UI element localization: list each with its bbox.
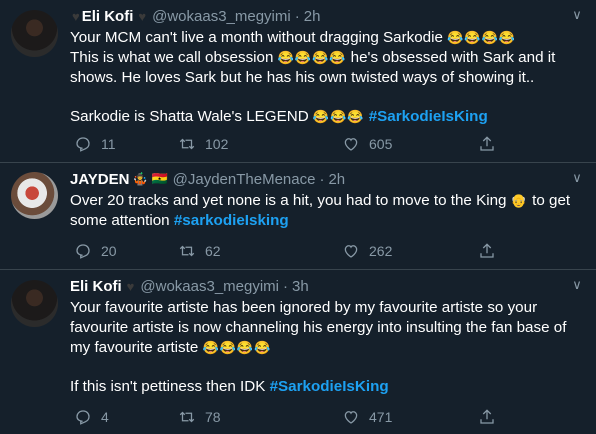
laughing-emoji: 😂😂😂: [312, 109, 365, 124]
black-heart-icon: ♥: [138, 8, 147, 24]
display-name[interactable]: JAYDEN: [70, 171, 129, 188]
retweet-count: 102: [205, 136, 229, 152]
like-count: 471: [369, 409, 393, 425]
reply-button[interactable]: 4: [74, 407, 109, 427]
old-man-emoji: 👴: [510, 193, 528, 208]
tweet-text: Over 20 tracks and yet none is a hit, yo…: [70, 191, 582, 231]
tweet-time[interactable]: 3h: [292, 278, 309, 295]
tweet-line: he's obsessed with Sark and it: [350, 49, 556, 66]
like-icon: [344, 138, 358, 151]
separator-dot: ·: [294, 7, 300, 25]
tweet-actions: 11 102 605: [70, 134, 510, 154]
share-icon: [480, 409, 494, 424]
tweet-line: Your MCM can't live a month without drag…: [70, 29, 443, 46]
share-button[interactable]: [478, 407, 505, 427]
like-button[interactable]: 605: [342, 134, 392, 154]
tweet-line: some attention: [70, 212, 170, 229]
black-heart-icon: ♥: [72, 8, 80, 24]
like-button[interactable]: 471: [342, 407, 392, 427]
retweet-button[interactable]: 62: [178, 241, 221, 261]
tweet-line: favourite artiste is now channeling his …: [70, 319, 567, 336]
retweet-icon: [179, 245, 195, 257]
tweet-text: Your MCM can't live a month without drag…: [70, 28, 582, 127]
reply-icon: [76, 244, 90, 259]
tweet-time[interactable]: 2h: [328, 171, 345, 188]
tweet-line: Over 20 tracks and yet none is a hit, yo…: [70, 192, 507, 209]
tweet-line: to get: [532, 192, 571, 209]
tweet[interactable]: ∨ Eli Kofi ♥ @wokaas3_megyimi · 3h Your …: [0, 270, 596, 434]
hashtag-link[interactable]: #SarkodieIsKing: [270, 378, 389, 395]
reply-count: 20: [101, 243, 117, 259]
black-heart-icon: ♥: [126, 278, 135, 294]
tweet[interactable]: ∨ JAYDEN 🤹 🇬🇭 @JaydenTheMenace · 2h Over…: [0, 163, 596, 270]
reply-icon: [76, 410, 90, 425]
tweet-actions: 4 78 471: [70, 407, 510, 427]
ghana-flag-icon: 🇬🇭: [151, 171, 168, 186]
reply-button[interactable]: 11: [74, 134, 116, 154]
reply-count: 11: [101, 136, 116, 152]
reply-icon: [76, 137, 90, 152]
separator-dot: ·: [283, 277, 289, 295]
display-name[interactable]: Eli Kofi: [82, 8, 134, 25]
tweet[interactable]: ∨ ♥ Eli Kofi ♥ @wokaas3_megyimi · 2h You…: [0, 0, 596, 163]
share-icon: [480, 243, 494, 258]
reply-button[interactable]: 20: [74, 241, 117, 261]
like-button[interactable]: 262: [342, 241, 392, 261]
reply-count: 4: [101, 409, 109, 425]
laughing-emoji: 😂😂😂😂: [277, 50, 347, 65]
tweet-line: shows. He loves Sark but he has his own …: [70, 69, 535, 86]
tweet-time[interactable]: 2h: [304, 8, 321, 25]
display-name[interactable]: Eli Kofi: [70, 278, 122, 295]
juggler-icon: 🤹: [132, 172, 148, 186]
tweet-line: Sarkodie is Shatta Wale's LEGEND: [70, 108, 309, 125]
avatar[interactable]: [11, 10, 58, 57]
laughing-emoji: 😂😂😂😂: [202, 340, 272, 355]
tweet-line: This is what we call obsession: [70, 49, 274, 66]
hashtag-link[interactable]: #sarkodieIsking: [174, 212, 289, 229]
share-icon: [480, 136, 494, 151]
user-handle[interactable]: @wokaas3_megyimi: [152, 8, 291, 25]
tweet-line: my favourite artiste: [70, 339, 199, 356]
retweet-icon: [179, 411, 195, 423]
tweet-text: Your favourite artiste has been ignored …: [70, 298, 582, 397]
avatar[interactable]: [11, 280, 58, 327]
like-count: 605: [369, 136, 393, 152]
user-handle[interactable]: @JaydenTheMenace: [173, 171, 316, 188]
retweet-button[interactable]: 102: [178, 134, 228, 154]
like-icon: [344, 411, 358, 424]
retweet-icon: [179, 138, 195, 150]
tweet-actions: 20 62 262: [70, 241, 510, 261]
retweet-count: 78: [205, 409, 221, 425]
like-count: 262: [369, 243, 393, 259]
share-button[interactable]: [478, 241, 505, 261]
like-icon: [344, 245, 358, 258]
avatar[interactable]: [11, 172, 58, 219]
timeline: ∨ ♥ Eli Kofi ♥ @wokaas3_megyimi · 2h You…: [0, 0, 596, 434]
retweet-count: 62: [205, 243, 221, 259]
hashtag-link[interactable]: #SarkodieIsKing: [369, 108, 488, 125]
laughing-emoji: 😂😂😂😂: [447, 30, 516, 45]
tweet-line: If this isn't pettiness then IDK: [70, 378, 266, 395]
share-button[interactable]: [478, 134, 505, 154]
tweet-line: Your favourite artiste has been ignored …: [70, 299, 538, 316]
retweet-button[interactable]: 78: [178, 407, 221, 427]
separator-dot: ·: [319, 170, 325, 188]
user-handle[interactable]: @wokaas3_megyimi: [140, 278, 279, 295]
